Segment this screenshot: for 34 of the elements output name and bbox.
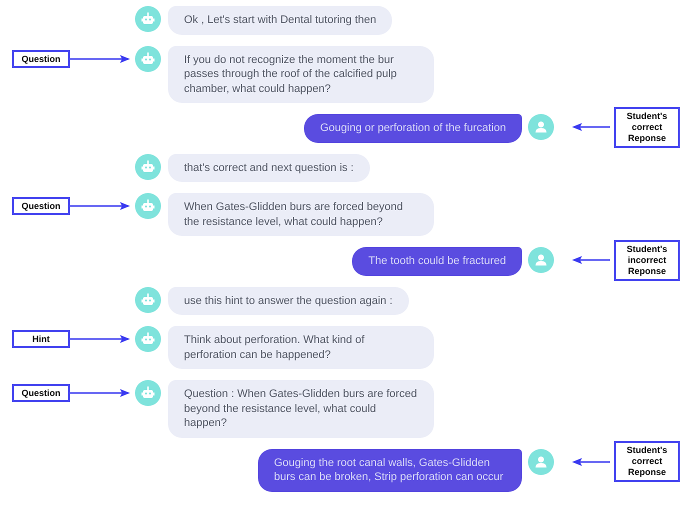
bot-avatar-icon bbox=[135, 380, 161, 406]
bot-message: Ok , Let's start with Dental tutoring then bbox=[168, 6, 392, 34]
bot-message: When Gates-Glidden burs are forced beyond the resistance level, what could happen? bbox=[168, 193, 434, 236]
bot-message: Question : When Gates-Glidden burs are forced beyond the resistance level, what could happen? bbox=[168, 380, 434, 438]
bot-message: If you do not recognize the moment the bur passes through the roof of the calcified pulp chamber, what could happen? bbox=[168, 46, 434, 103]
annotation-label: Question bbox=[12, 50, 70, 68]
arrow bbox=[70, 389, 130, 397]
user-message: Gouging or perforation of the furcation bbox=[304, 114, 522, 142]
bot-avatar-icon bbox=[135, 286, 161, 312]
person-avatar-icon bbox=[528, 114, 554, 140]
bot-message: Think about perforation. What kind of perforation can be happened? bbox=[168, 326, 434, 369]
annotation-label: Student's correct Reponse bbox=[614, 106, 680, 148]
bot-avatar-icon bbox=[135, 46, 161, 72]
arrow bbox=[572, 123, 610, 131]
user-message: Gouging the root canal walls, Gates-Glidden burs can be broken, Strip perforation can occur bbox=[258, 448, 522, 492]
bot-avatar-icon bbox=[135, 154, 161, 180]
person-avatar-icon bbox=[528, 247, 554, 273]
annotation-label: Student's incorrect Reponse bbox=[614, 240, 680, 280]
bot-message: use this hint to answer the question again : bbox=[168, 286, 409, 315]
bot-avatar-icon bbox=[135, 326, 161, 352]
arrow bbox=[70, 202, 130, 210]
arrow bbox=[572, 458, 610, 466]
annotation-label: Question bbox=[12, 384, 70, 402]
user-message: The tooth could be fractured bbox=[352, 247, 522, 276]
annotation-label: Hint bbox=[12, 330, 70, 348]
arrow bbox=[70, 54, 130, 62]
arrow bbox=[70, 335, 130, 343]
arrow bbox=[572, 256, 610, 264]
bot-avatar-icon bbox=[135, 193, 161, 219]
annotation-label: Student's correct Reponse bbox=[614, 441, 680, 482]
person-avatar-icon bbox=[528, 448, 554, 474]
bot-avatar-icon bbox=[135, 6, 161, 32]
annotation-label: Question bbox=[12, 197, 70, 215]
bot-message: that's correct and next question is : bbox=[168, 154, 370, 182]
